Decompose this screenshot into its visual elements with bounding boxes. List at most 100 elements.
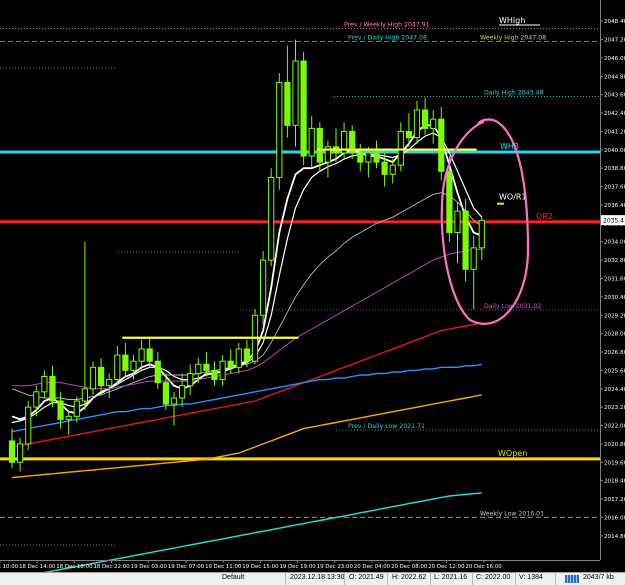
y-tick-label: 2016.00 xyxy=(604,515,625,521)
status-traffic: 2043/7 kb xyxy=(583,574,614,581)
candle-body xyxy=(195,363,202,374)
candle-body xyxy=(454,210,461,234)
status-low: L: 2021.16 xyxy=(434,574,468,581)
y-tick-label: 2022.00 xyxy=(604,424,625,430)
candle-body xyxy=(49,376,56,402)
y-axis: 2048.40 2047.20 2046.00 2044.80 2043.60 2042.… xyxy=(600,19,625,540)
x-tick-label: 19 Dec 19:00 xyxy=(279,564,316,570)
level-label: QR2 xyxy=(536,212,553,221)
candle-body xyxy=(446,170,453,234)
candle-body xyxy=(98,366,105,387)
y-tick-label: 2040.00 xyxy=(604,148,625,154)
y-tick-label: 2023.20 xyxy=(604,405,625,411)
candle-body xyxy=(292,60,299,126)
candle-body xyxy=(25,406,32,445)
candle-body xyxy=(405,130,412,139)
candle-body xyxy=(89,366,97,390)
candle-body xyxy=(8,440,16,463)
status-profile: Default xyxy=(222,574,245,581)
y-tick-label: 2020.80 xyxy=(604,442,625,448)
y-tick-label: 2043.60 xyxy=(604,93,625,99)
x-tick-label: 20 Dec 08:00 xyxy=(391,564,428,570)
x-tick-label: 20 Dec 16:00 xyxy=(465,564,502,570)
level-label: Weekly High 2047.08 xyxy=(480,34,546,41)
x-tick-label: 19 Dec 11:00 xyxy=(205,564,242,570)
candle-body xyxy=(300,60,307,157)
x-tick-label: 19 Dec 07:00 xyxy=(168,564,205,570)
candle-body xyxy=(106,379,113,387)
candle-body xyxy=(308,127,315,157)
y-tick-label: 2038.80 xyxy=(604,166,625,172)
candle-body xyxy=(284,81,291,126)
candle-body xyxy=(235,348,242,368)
x-tick-label: 18 Dec 18:00 xyxy=(56,564,93,570)
connection-bars-icon xyxy=(565,575,579,583)
price-chart[interactable]: Prev / Weekly High 2047.91 Prev / Daily H… xyxy=(0,0,625,572)
candle-body xyxy=(162,382,170,405)
candle-body xyxy=(478,219,485,249)
y-tick-label: 2019.60 xyxy=(604,460,625,466)
status-close: C: 2022.00 xyxy=(476,574,511,581)
chart-label: WHigh xyxy=(499,16,525,25)
y-tick-label: 2046.00 xyxy=(604,56,625,62)
y-tick-label: 2017.20 xyxy=(604,497,625,503)
candle-body xyxy=(17,443,24,463)
x-tick-label: 20 Dec 12:00 xyxy=(428,564,465,570)
current-price-marker: 2035.41 xyxy=(601,215,625,226)
candle-body xyxy=(130,360,137,371)
status-datetime: 2023.12.18 13:30 xyxy=(290,574,345,581)
x-tick-label: 18 Dec 22:00 xyxy=(93,564,130,570)
y-tick-label: 2042.40 xyxy=(604,111,625,117)
candle-body xyxy=(430,118,437,129)
status-bar: Default 2023.12.18 13:30 O: 2021.49 H: 2… xyxy=(0,572,625,585)
level-label: Prev / Daily High 2047.08 xyxy=(348,34,427,41)
y-tick-label: 2026.80 xyxy=(604,350,625,356)
candle-body xyxy=(260,259,267,316)
candle-body xyxy=(73,400,80,417)
y-tick-label: 2047.20 xyxy=(604,38,625,44)
candle-body xyxy=(179,385,186,399)
candle-body xyxy=(357,152,364,163)
candle-body xyxy=(462,210,469,270)
candle-body xyxy=(187,372,194,387)
y-tick-label: 2030.40 xyxy=(604,295,625,301)
candle-body xyxy=(243,348,251,362)
candle-body xyxy=(381,161,388,175)
wo-r1-marker xyxy=(497,202,504,205)
y-tick-label: 2032.80 xyxy=(604,258,625,264)
candle-body xyxy=(397,130,404,166)
y-tick-label: 2034.00 xyxy=(604,240,625,246)
x-tick-label: 18 Dec 14:00 xyxy=(19,564,56,570)
candle-body xyxy=(41,376,48,393)
candle-body xyxy=(211,369,218,381)
y-tick-label: 2014.80 xyxy=(604,534,625,540)
candle-body xyxy=(268,176,275,261)
level-label: Daily High 2043.48 xyxy=(484,90,543,97)
candle-body xyxy=(170,397,178,405)
candle-body xyxy=(114,354,121,381)
candle-body xyxy=(389,164,396,175)
candle-body xyxy=(276,81,283,178)
level-label: Prev / Weekly High 2047.91 xyxy=(344,22,430,29)
candle-body xyxy=(470,247,477,270)
candle-body xyxy=(373,152,380,163)
candle-body xyxy=(33,391,40,408)
y-tick-label: 2044.80 xyxy=(604,74,625,80)
y-tick-label: 2031.60 xyxy=(604,277,625,283)
x-tick-label: 19 Dec 15:00 xyxy=(242,564,279,570)
y-tick-label: 2025.60 xyxy=(604,368,625,374)
chart-background xyxy=(0,0,625,572)
candle-body xyxy=(203,363,210,371)
candle-body xyxy=(438,118,445,172)
x-tick-label: 18 Dec 10:00 xyxy=(0,564,19,570)
candle-body xyxy=(57,400,64,420)
chart-label: WO/R1 xyxy=(499,192,527,201)
candle-body xyxy=(316,127,323,163)
x-tick-label: 20 Dec 04:00 xyxy=(354,564,391,570)
candle-body xyxy=(154,360,161,384)
price-marker-label: 2035.41 xyxy=(603,218,625,225)
y-tick-label: 2024.40 xyxy=(604,387,625,393)
status-open: O: 2021.49 xyxy=(349,574,384,581)
candle-body xyxy=(65,415,72,420)
status-high: H: 2022.62 xyxy=(392,574,427,581)
